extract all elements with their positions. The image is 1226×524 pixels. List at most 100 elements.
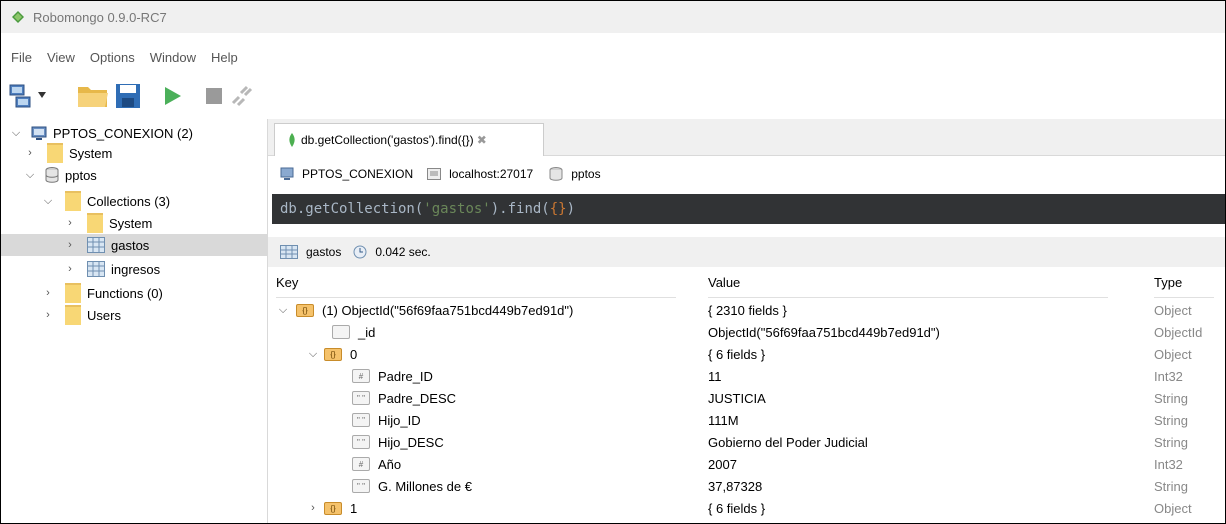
table-row[interactable]: # Año 2007 Int32 — [268, 453, 1225, 475]
chevron-down-icon[interactable]: ⌵ — [276, 304, 290, 317]
tree-item-label: gastos — [111, 237, 150, 253]
tree-item-collections[interactable]: ⌵ Collections (3) — [41, 191, 170, 211]
chevron-right-icon[interactable]: › — [41, 287, 55, 299]
row-type: String — [1154, 390, 1188, 406]
tree-item-label: Functions (0) — [87, 285, 163, 301]
column-header-key[interactable]: Key — [276, 267, 676, 298]
chevron-down-icon[interactable] — [37, 91, 47, 99]
tree-item-label: Collections (3) — [87, 193, 171, 209]
tree-item-functions[interactable]: › Functions (0) — [41, 283, 163, 303]
menu-options[interactable]: Options — [88, 50, 137, 65]
chevron-right-icon[interactable]: › — [63, 217, 77, 229]
row-key: Hijo_DESC — [378, 434, 444, 450]
string-type-icon: " " — [352, 479, 370, 493]
row-value: Gobierno del Poder Judicial — [708, 434, 868, 450]
result-time: 0.042 sec. — [375, 245, 431, 259]
table-row[interactable]: # Padre_ID 11 Int32 — [268, 365, 1225, 387]
connect-icon[interactable] — [9, 83, 33, 109]
tab-query[interactable]: db.getCollection('gastos').find({}) ✖ — [274, 123, 544, 156]
table-row[interactable]: " " G. Millones de € 37,87328 String — [268, 475, 1225, 497]
folder-icon — [65, 305, 81, 325]
table-row[interactable]: " " Hijo_ID 111M String — [268, 409, 1225, 431]
execute-icon[interactable] — [163, 85, 183, 107]
row-type: String — [1154, 478, 1188, 494]
row-value: 2007 — [708, 456, 737, 472]
tree-item-pptos[interactable]: ⌵ pptos — [23, 165, 97, 185]
query-text-prefix: db.getCollection( — [280, 201, 424, 217]
table-row[interactable]: › {} 1 { 6 fields } Object — [268, 497, 1225, 519]
column-header-value[interactable]: Value — [708, 267, 1108, 298]
tree-item-label: Users — [87, 307, 121, 323]
row-value: { 6 fields } — [708, 346, 766, 362]
tree-item-ingresos[interactable]: › ingresos — [63, 259, 160, 279]
query-editor[interactable]: db.getCollection('gastos').find({}) — [272, 194, 1225, 224]
query-text-mid: ).find( — [490, 201, 550, 217]
chevron-right-icon[interactable]: › — [306, 502, 320, 514]
open-folder-icon[interactable] — [77, 83, 109, 109]
mongodb-leaf-icon — [289, 133, 295, 147]
server-icon — [31, 126, 47, 140]
query-text-string: 'gastos' — [423, 201, 491, 217]
row-key: (1) ObjectId("56f69faa751bcd449b7ed91d") — [322, 302, 574, 318]
host-address: localhost:27017 — [449, 167, 534, 181]
folder-icon — [65, 191, 81, 211]
tree-item-system[interactable]: › System — [23, 143, 112, 163]
row-type: Int32 — [1154, 368, 1183, 384]
tree-connection[interactable]: ⌵ PPTOS_CONEXION (2) — [9, 123, 193, 143]
table-row[interactable]: ⌵ {} 0 { 6 fields } Object — [268, 343, 1225, 365]
toolbar — [1, 77, 301, 113]
table-row[interactable]: _id ObjectId("56f69faa751bcd449b7ed91d")… — [268, 321, 1225, 343]
object-type-icon: {} — [324, 347, 342, 361]
title-bar: Robomongo 0.9.0-RC7 — [1, 1, 1225, 33]
row-type: ObjectId — [1154, 324, 1203, 340]
query-text-braces: {} — [549, 201, 567, 217]
save-icon[interactable] — [115, 83, 141, 109]
row-key: Año — [378, 456, 402, 472]
chevron-right-icon[interactable]: › — [63, 263, 77, 275]
row-value: { 6 fields } — [708, 500, 766, 516]
tree-item-gastos[interactable]: › gastos — [63, 235, 149, 255]
chevron-right-icon[interactable]: › — [41, 309, 55, 321]
row-value: 37,87328 — [708, 478, 763, 494]
tree-item-label: ingresos — [111, 261, 161, 277]
query-text-suffix: ) — [566, 201, 576, 217]
tree-connection-label: PPTOS_CONEXION (2) — [53, 125, 193, 141]
row-type: String — [1154, 434, 1188, 450]
close-icon[interactable]: ✖ — [477, 133, 487, 147]
menu-window[interactable]: Window — [148, 50, 198, 65]
column-header-type[interactable]: Type — [1154, 267, 1214, 298]
menu-help[interactable]: Help — [209, 50, 240, 65]
chevron-down-icon[interactable]: ⌵ — [306, 348, 320, 361]
database-icon — [45, 167, 59, 183]
string-type-icon: " " — [352, 413, 370, 427]
row-value: 11 — [708, 368, 722, 384]
tree-item-users[interactable]: › Users — [41, 305, 121, 325]
table-row[interactable]: " " Padre_DESC JUSTICIA String — [268, 387, 1225, 409]
application-window: Robomongo 0.9.0-RC7 File View Options Wi… — [0, 0, 1226, 524]
tree-item-system-collections[interactable]: › System — [63, 213, 152, 233]
chevron-down-icon[interactable]: ⌵ — [41, 195, 55, 208]
row-value: { 2310 fields } — [708, 302, 787, 318]
tab-bar: db.getCollection('gastos').find({}) ✖ — [268, 119, 1225, 156]
chevron-down-icon[interactable]: ⌵ — [9, 127, 23, 140]
table-row[interactable]: " " Hijo_DESC Gobierno del Poder Judicia… — [268, 431, 1225, 453]
collection-table-icon — [87, 237, 105, 253]
disconnect-icon[interactable] — [229, 83, 255, 109]
server-icon — [280, 167, 294, 180]
row-value: 111M — [708, 412, 739, 428]
int-type-icon: # — [352, 369, 370, 383]
menu-view[interactable]: View — [45, 50, 77, 65]
chevron-down-icon[interactable]: ⌵ — [23, 169, 37, 182]
objectid-type-icon — [332, 325, 350, 339]
table-row[interactable]: ⌵ {} (1) ObjectId("56f69faa751bcd449b7ed… — [268, 299, 1225, 321]
tree-item-label: System — [69, 145, 113, 161]
row-type: Object — [1154, 346, 1192, 362]
main-panel: db.getCollection('gastos').find({}) ✖ PP… — [268, 119, 1225, 523]
stop-icon[interactable] — [205, 87, 223, 105]
row-type: Int32 — [1154, 456, 1183, 472]
chevron-right-icon[interactable]: › — [63, 239, 77, 251]
row-value: JUSTICIA — [708, 390, 766, 406]
chevron-right-icon[interactable]: › — [23, 147, 37, 159]
menu-file[interactable]: File — [9, 50, 34, 65]
database-name: pptos — [571, 167, 601, 181]
